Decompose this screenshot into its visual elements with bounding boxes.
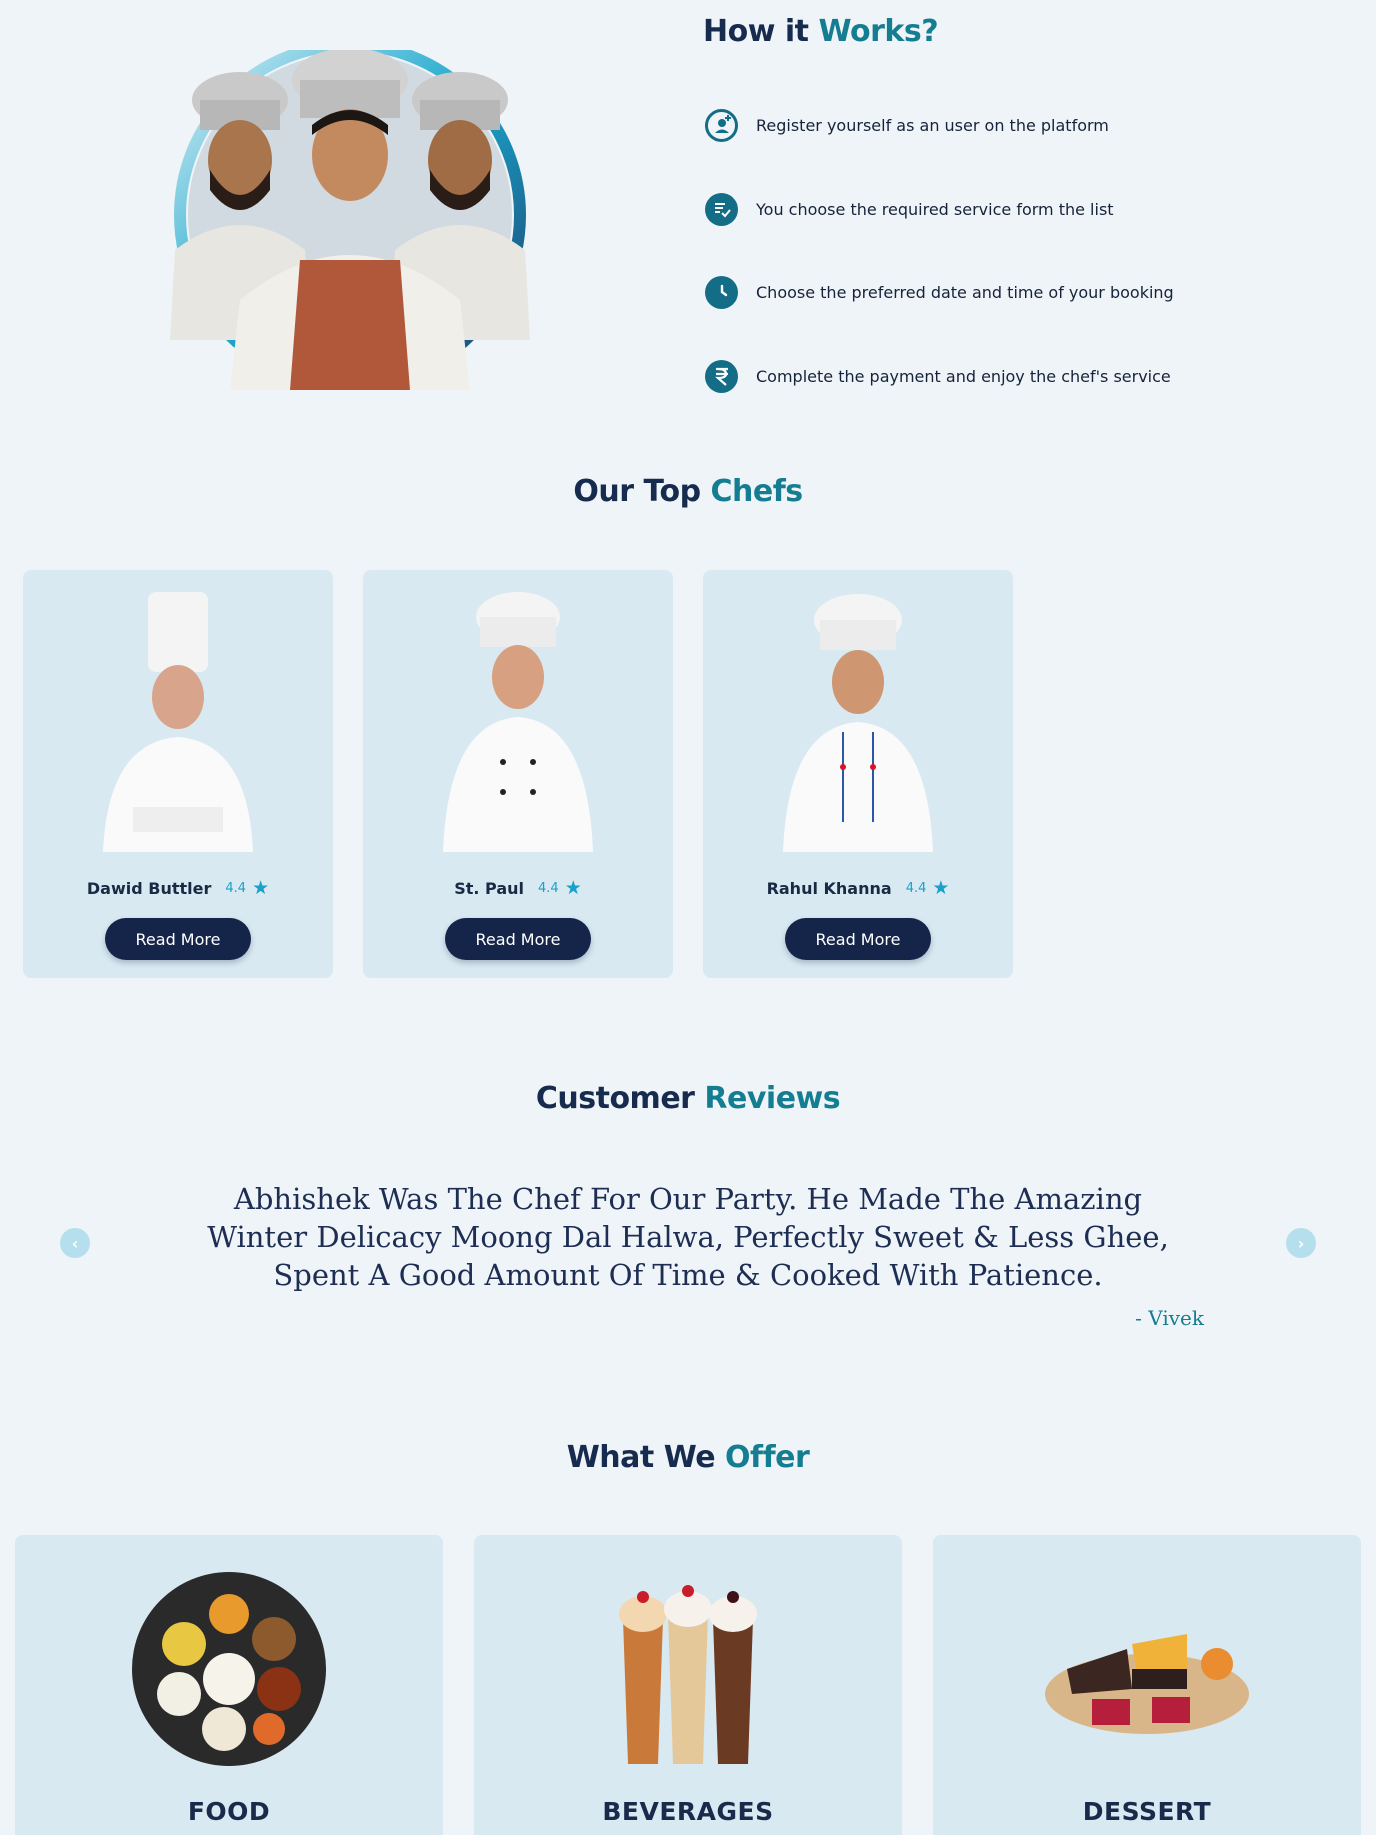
offer-label: BEVERAGES <box>602 1797 774 1826</box>
chef-name: St. Paul <box>454 878 525 898</box>
clock-icon <box>705 275 738 309</box>
rating-value: 4.4 <box>538 880 559 896</box>
chef-meta: Rahul Khanna 4.4 ★ <box>703 877 1013 899</box>
chef-meta: St. Paul 4.4 ★ <box>363 877 673 899</box>
step-text: Choose the preferred date and time of yo… <box>756 282 1174 302</box>
chef-card: Dawid Buttler 4.4 ★ Read More <box>23 570 333 978</box>
chef-card: Rahul Khanna 4.4 ★ Read More <box>703 570 1013 978</box>
chef-rating: 4.4 ★ <box>906 877 950 899</box>
top-chefs-title: Our Top Chefs <box>0 474 1376 509</box>
carousel-prev-button[interactable]: ‹ <box>60 1228 90 1258</box>
chef-name: Dawid Buttler <box>86 878 212 898</box>
chef-portrait <box>783 594 933 852</box>
review-author: - Vivek <box>1135 1306 1204 1330</box>
step-text: Complete the payment and enjoy the chef'… <box>756 366 1171 386</box>
how-it-works-section: How it Works? Register yourself as an us… <box>0 0 1376 440</box>
review-text: Abhishek Was The Chef For Our Party. He … <box>207 1182 1169 1292</box>
rating-value: 4.4 <box>905 880 927 896</box>
chef-name: Rahul Khanna <box>766 878 892 898</box>
food-plate-image <box>132 1572 326 1766</box>
read-more-button[interactable]: Read More <box>445 918 591 960</box>
offer-card-dessert[interactable]: DESSERT <box>933 1535 1361 1835</box>
chef-portrait <box>103 592 253 852</box>
step-choose-service: You choose the required service form the… <box>705 192 1114 226</box>
chef-card: St. Paul 4.4 ★ Read More <box>363 570 673 978</box>
what-we-offer-title: What We Offer <box>0 1440 1376 1475</box>
how-it-works-title: How it Works? <box>703 14 939 49</box>
star-icon: ★ <box>252 877 270 899</box>
title-accent-text: Offer <box>725 1440 810 1475</box>
rating-value: 4.4 <box>225 880 247 896</box>
carousel-next-button[interactable]: › <box>1286 1228 1316 1258</box>
chef-rating: 4.4 ★ <box>538 877 582 899</box>
read-more-button[interactable]: Read More <box>105 918 251 960</box>
user-add-icon <box>705 108 738 142</box>
chevron-right-icon: › <box>1297 1233 1305 1253</box>
title-text: Customer <box>535 1081 705 1116</box>
step-payment: Complete the payment and enjoy the chef'… <box>705 359 1171 393</box>
title-accent-text: Works? <box>818 14 939 49</box>
star-icon: ★ <box>564 877 582 899</box>
chef-rating: 4.4 ★ <box>225 877 269 899</box>
beverages-image <box>619 1585 757 1764</box>
title-accent-text: Chefs <box>710 474 803 509</box>
chefs-group-illustration <box>170 50 530 390</box>
offer-card-food[interactable]: FOOD <box>15 1535 443 1835</box>
chef-meta: Dawid Buttler 4.4 ★ <box>23 877 333 899</box>
title-accent-text: Reviews <box>704 1081 841 1116</box>
customer-reviews-title: Customer Reviews <box>0 1081 1376 1116</box>
dessert-image <box>1045 1634 1249 1734</box>
star-icon: ★ <box>932 877 950 899</box>
read-more-button[interactable]: Read More <box>785 918 931 960</box>
title-text: What We <box>566 1440 726 1475</box>
chevron-left-icon: ‹ <box>71 1233 79 1253</box>
chef-portrait <box>443 592 593 852</box>
checklist-icon <box>705 192 738 226</box>
title-text: Our Top <box>573 474 711 509</box>
offer-card-beverages[interactable]: BEVERAGES <box>474 1535 902 1835</box>
offer-label: DESSERT <box>1082 1797 1212 1826</box>
rupee-icon <box>705 359 738 393</box>
step-register: Register yourself as an user on the plat… <box>705 108 1109 142</box>
offer-label: FOOD <box>187 1797 271 1826</box>
title-text: How it <box>703 14 819 49</box>
step-text: Register yourself as an user on the plat… <box>756 115 1109 135</box>
step-choose-date: Choose the preferred date and time of yo… <box>705 275 1174 309</box>
step-text: You choose the required service form the… <box>756 199 1114 219</box>
